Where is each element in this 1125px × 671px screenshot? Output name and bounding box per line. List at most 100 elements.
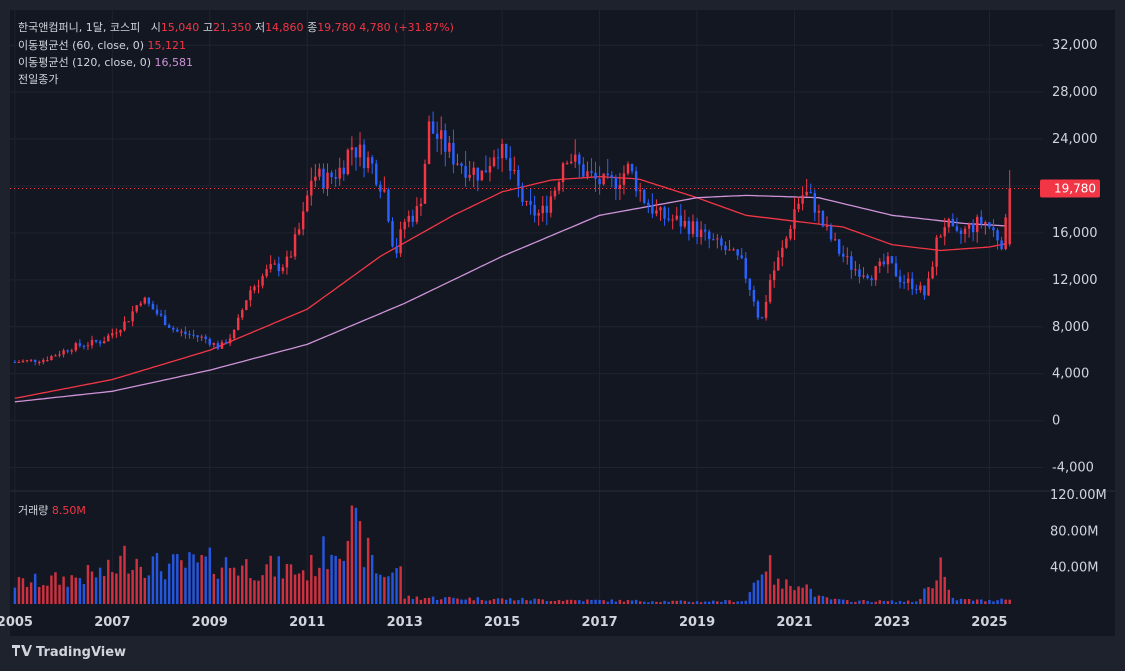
- candle-body: [464, 165, 467, 178]
- ma120-legend[interactable]: 이동평균선 (120, close, 0) 16,581: [18, 54, 193, 70]
- candle-body: [504, 143, 508, 159]
- volume-bar: [764, 571, 768, 604]
- close-value: 19,780: [317, 21, 356, 34]
- candle-body: [151, 303, 155, 310]
- volume-bar: [927, 587, 930, 604]
- volume-bar: [350, 505, 354, 604]
- volume-bar: [338, 558, 341, 604]
- volume-bar: [155, 552, 159, 604]
- candle-body: [431, 121, 435, 134]
- candle-body: [598, 178, 601, 185]
- volume-bar: [1000, 598, 1003, 604]
- candle-body: [927, 278, 930, 296]
- volume-bar: [537, 598, 540, 604]
- y-tick-label: 24,000: [1052, 132, 1098, 147]
- candle-body: [301, 211, 305, 230]
- volume-bar: [785, 579, 788, 604]
- candle-body: [273, 263, 276, 265]
- volume-bar: [411, 598, 415, 604]
- symbol-label[interactable]: 한국앤컴퍼니, 1달, 코스피: [18, 21, 140, 34]
- volume-bar: [509, 598, 512, 604]
- volume-bar: [967, 598, 971, 604]
- candle-body: [988, 222, 991, 228]
- open-value: 15,040: [160, 21, 200, 34]
- candle-body: [931, 266, 934, 279]
- volume-bar: [427, 597, 431, 604]
- candle-body: [935, 237, 938, 267]
- candle-body: [663, 207, 666, 219]
- x-tick-label: 2023: [874, 615, 910, 630]
- volume-bar: [529, 600, 532, 604]
- volume-bar: [228, 568, 232, 604]
- volume-bar: [756, 580, 760, 604]
- volume-bar: [472, 600, 475, 604]
- x-tick-label: 2021: [776, 615, 812, 630]
- volume-bar: [358, 521, 362, 604]
- candle-body: [435, 133, 439, 139]
- candle-body: [740, 255, 743, 259]
- candle-body: [330, 172, 333, 178]
- candle-body: [744, 258, 747, 279]
- x-tick-label: 2025: [971, 615, 1007, 630]
- candle-body: [842, 253, 845, 257]
- volume-bar: [249, 578, 252, 604]
- volume-bar: [192, 554, 195, 604]
- ma60-legend[interactable]: 이동평균선 (60, close, 0) 15,121: [18, 37, 186, 53]
- volume-bar: [415, 596, 419, 604]
- volume-axis[interactable]: 120.00M 80.00M 40.00M: [1050, 488, 1107, 576]
- candle-body: [1008, 188, 1011, 245]
- volume-bar: [90, 571, 94, 604]
- candle-body: [586, 171, 589, 177]
- volume-bar: [66, 586, 69, 604]
- volume-bar: [86, 564, 90, 604]
- candle-body: [736, 249, 739, 256]
- volume-bar: [594, 599, 597, 604]
- candle-body: [541, 205, 544, 214]
- volume-bar: [456, 598, 459, 604]
- candle-body: [440, 130, 443, 139]
- volume-bar: [866, 600, 869, 604]
- candle-body: [448, 142, 451, 152]
- candle-body: [399, 229, 402, 254]
- volume-bar: [362, 567, 366, 604]
- candle-body: [833, 239, 837, 241]
- candle-body: [111, 333, 114, 336]
- volume-bar: [293, 574, 297, 604]
- volume-bar: [236, 575, 240, 604]
- candle-body: [569, 161, 573, 164]
- candle-body: [894, 263, 898, 277]
- tradingview-attribution[interactable]: TradingView: [12, 645, 126, 660]
- y-tick-label: 12,000: [1052, 273, 1098, 288]
- candle-body: [614, 177, 618, 189]
- prev-close-legend[interactable]: 전일종가: [18, 71, 58, 87]
- volume-bar: [837, 599, 841, 604]
- candle-body: [192, 334, 195, 336]
- volume-legend[interactable]: 거래량 8.50M: [18, 502, 86, 518]
- candle-body: [789, 228, 792, 239]
- candle-body: [13, 361, 17, 363]
- candle-body: [549, 196, 553, 213]
- candle-body: [66, 350, 69, 352]
- volume-bar: [870, 602, 873, 604]
- candle-body: [306, 195, 309, 212]
- x-tick-label: 2011: [289, 615, 325, 630]
- volume-bar: [988, 599, 991, 604]
- volume-bar: [541, 599, 544, 604]
- candle-body: [253, 286, 256, 291]
- candle-body: [785, 238, 788, 248]
- ma120-label: 이동평균선 (120, close, 0): [18, 56, 151, 69]
- candle-body: [683, 220, 687, 227]
- candle-body: [557, 182, 561, 191]
- volume-bar: [431, 596, 435, 604]
- candle-body: [606, 173, 609, 176]
- candle-body: [407, 215, 410, 222]
- volume-bar: [521, 597, 524, 604]
- candle-body: [496, 157, 500, 159]
- candle-body: [712, 239, 715, 241]
- volume-bar: [492, 598, 496, 604]
- candle-body: [94, 339, 98, 342]
- candle-body: [472, 167, 475, 175]
- volume-bar: [241, 565, 244, 604]
- volume-bar: [984, 601, 987, 604]
- ma60-value: 15,121: [147, 39, 187, 52]
